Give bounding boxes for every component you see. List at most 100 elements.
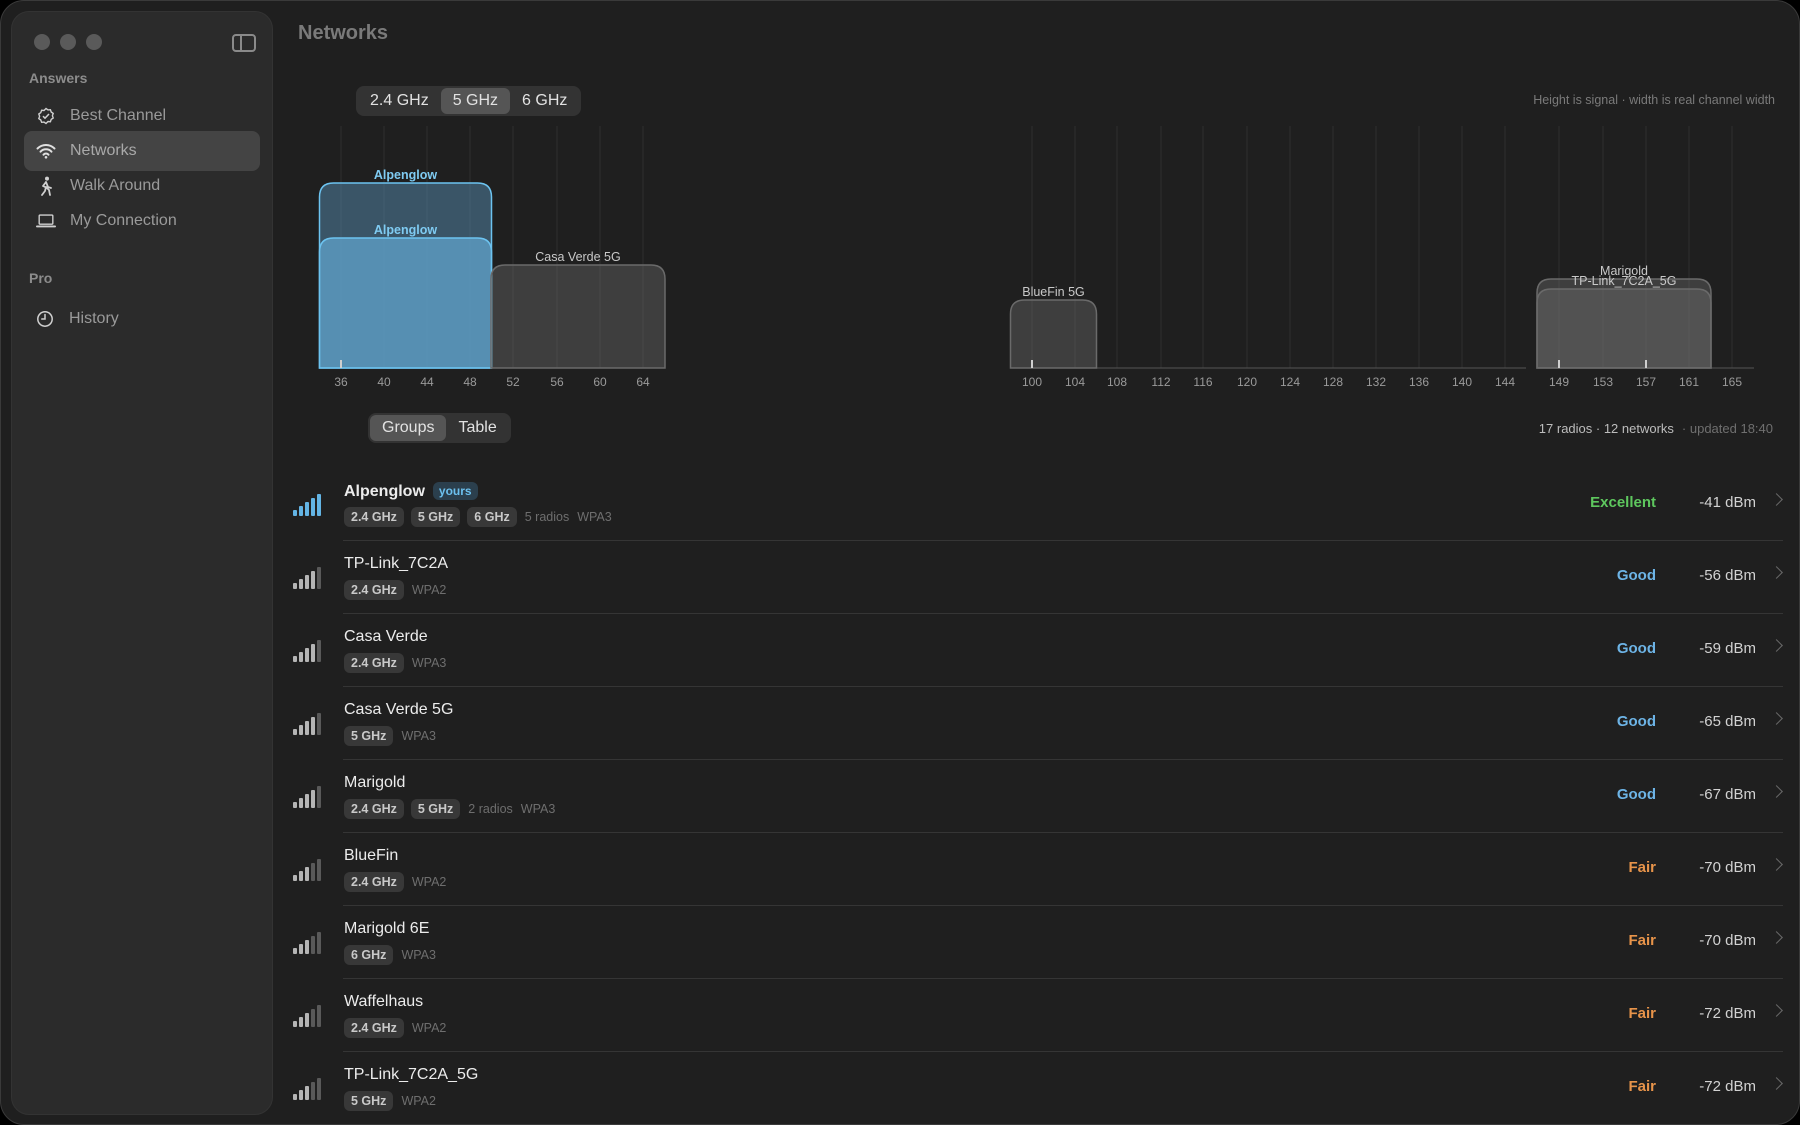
chevron-right-icon[interactable] xyxy=(1770,493,1783,506)
signal-dbm: -70 dBm xyxy=(1699,932,1756,949)
network-name: Marigold xyxy=(344,774,405,792)
network-row[interactable]: BlueFin 2.4 GHz WPA2 Fair -70 dBm xyxy=(291,833,1791,906)
tick-label: 44 xyxy=(420,375,434,389)
signal-dbm: -65 dBm xyxy=(1699,713,1756,730)
network-row[interactable]: TP-Link_7C2A 2.4 GHz WPA2 Good -56 dBm xyxy=(291,541,1791,614)
signal-dbm: -59 dBm xyxy=(1699,640,1756,657)
tick-label: 64 xyxy=(636,375,650,389)
network-detail: 5 radios xyxy=(524,510,570,524)
network-detail: WPA2 xyxy=(411,1021,447,1035)
network-name: Casa Verde xyxy=(344,628,428,646)
chevron-right-icon[interactable] xyxy=(1770,931,1783,944)
chevron-right-icon[interactable] xyxy=(1770,566,1783,579)
channel-shape[interactable] xyxy=(318,237,493,369)
channel-chart: 36 40 44 48 52 56 60 64 100 104 108 112 116 120 124 128… xyxy=(1,111,1799,391)
signal-bars-icon xyxy=(293,932,329,954)
summary-text: 17 radios · 12 networks · updated 18:40 xyxy=(1539,421,1773,436)
network-name-text: Casa Verde xyxy=(344,628,428,645)
tab-groups[interactable]: Groups xyxy=(370,415,447,441)
sidebar-toggle-icon[interactable] xyxy=(232,34,256,52)
chevron-right-icon[interactable] xyxy=(1770,1004,1783,1017)
chevron-right-icon[interactable] xyxy=(1770,785,1783,798)
tick-label: 48 xyxy=(463,375,477,389)
view-segmented-control: Groups Table xyxy=(368,413,511,443)
band-tag: 5 GHz xyxy=(344,726,394,746)
network-tags: 2.4 GHz WPA2 xyxy=(344,580,446,600)
network-row[interactable]: TP-Link_7C2A_5G 5 GHz WPA2 Fair -72 dBm xyxy=(291,1052,1791,1124)
signal-bars-icon xyxy=(293,640,329,662)
network-detail: WPA2 xyxy=(411,875,447,889)
quality-label: Good xyxy=(1616,567,1656,584)
tick-label: 144 xyxy=(1495,375,1515,389)
section-label-answers: Answers xyxy=(29,70,88,86)
channel-shape[interactable] xyxy=(1536,288,1712,369)
network-name-text: Casa Verde 5G xyxy=(344,701,454,718)
network-row[interactable]: Marigold 6E 6 GHz WPA3 Fair -70 dBm xyxy=(291,906,1791,979)
network-name: TP-Link_7C2A xyxy=(344,555,448,573)
quality-label: Good xyxy=(1616,713,1656,730)
band-tag: 6 GHz xyxy=(344,945,394,965)
tick-label: 52 xyxy=(506,375,520,389)
tick-label: 153 xyxy=(1593,375,1613,389)
network-detail: WPA2 xyxy=(411,583,447,597)
channel-label: Casa Verde 5G xyxy=(535,250,620,264)
network-list: Alpenglow yours 2.4 GHz 5 GHz 6 GHz 5 radios W… xyxy=(291,468,1791,1124)
chevron-right-icon[interactable] xyxy=(1770,858,1783,871)
network-tags: 5 GHz WPA2 xyxy=(344,1091,436,1111)
signal-dbm: -72 dBm xyxy=(1699,1005,1756,1022)
tick-label: 136 xyxy=(1409,375,1429,389)
close-window-button[interactable] xyxy=(34,34,50,50)
signal-bars-icon xyxy=(293,494,329,516)
network-detail: 2 radios xyxy=(468,802,513,816)
network-name-text: TP-Link_7C2A xyxy=(344,555,449,572)
network-name-text: Alpenglow xyxy=(344,483,425,500)
signal-dbm: -56 dBm xyxy=(1699,567,1756,584)
network-detail: WPA3 xyxy=(577,510,612,524)
tick-label: 128 xyxy=(1323,375,1343,389)
signal-dbm: -67 dBm xyxy=(1699,786,1756,803)
network-tags: 2.4 GHz 5 GHz 2 radios WPA3 xyxy=(344,799,555,819)
quality-label: Good xyxy=(1616,640,1656,657)
channel-shape[interactable] xyxy=(1009,299,1098,369)
channel-chart-svg: 36 40 44 48 52 56 60 64 100 104 108 112 116 120 124 128… xyxy=(318,126,1754,389)
tick-label: 116 xyxy=(1193,375,1212,389)
network-detail: WPA2 xyxy=(401,1094,436,1108)
page-title: Networks xyxy=(298,22,389,44)
signal-bars-icon xyxy=(293,859,329,881)
network-row[interactable]: Casa Verde 2.4 GHz WPA3 Good -59 dBm xyxy=(291,614,1791,687)
signal-bars-icon xyxy=(293,1078,329,1100)
chevron-right-icon[interactable] xyxy=(1770,1077,1783,1090)
band-tag: 2.4 GHz xyxy=(344,872,404,892)
quality-label: Fair xyxy=(1628,1078,1656,1095)
zoom-window-button[interactable] xyxy=(86,34,102,50)
tick-label: 108 xyxy=(1107,375,1127,389)
network-tags: 5 GHz WPA3 xyxy=(344,726,436,746)
quality-label: Fair xyxy=(1628,859,1656,876)
signal-dbm: -72 dBm xyxy=(1699,1078,1756,1095)
network-tags: 2.4 GHz WPA3 xyxy=(344,653,446,673)
channel-shape[interactable] xyxy=(490,264,666,369)
network-name: Waffelhaus xyxy=(344,993,423,1011)
network-name-text: Marigold 6E xyxy=(344,920,430,937)
network-row[interactable]: Marigold 2.4 GHz 5 GHz 2 radios WPA3 Good -67 … xyxy=(291,760,1791,833)
tick-label: 132 xyxy=(1366,375,1386,389)
signal-bars-icon xyxy=(293,786,329,808)
network-detail: WPA3 xyxy=(520,802,556,816)
channel-label: TP-Link_7C2A_5G xyxy=(1572,274,1677,288)
network-name-text: TP-Link_7C2A_5G xyxy=(344,1066,479,1083)
channel-label: BlueFin 5G xyxy=(1022,285,1085,299)
signal-bars-icon xyxy=(293,713,329,735)
network-row[interactable]: Waffelhaus 2.4 GHz WPA2 Fair -72 dBm xyxy=(291,979,1791,1052)
network-tags: 6 GHz WPA3 xyxy=(344,945,436,965)
network-row[interactable]: Alpenglow yours 2.4 GHz 5 GHz 6 GHz 5 radios W… xyxy=(291,468,1791,541)
tab-table[interactable]: Table xyxy=(446,415,508,441)
signal-dbm: -41 dBm xyxy=(1699,494,1756,511)
network-detail: WPA3 xyxy=(411,656,447,670)
tick-label: 120 xyxy=(1237,375,1257,389)
chevron-right-icon[interactable] xyxy=(1770,712,1783,725)
chevron-right-icon[interactable] xyxy=(1770,639,1783,652)
minimize-window-button[interactable] xyxy=(60,34,76,50)
network-name: Alpenglow yours xyxy=(344,482,478,501)
tick-label: 165 xyxy=(1722,375,1742,389)
network-row[interactable]: Casa Verde 5G 5 GHz WPA3 Good -65 dBm xyxy=(291,687,1791,760)
